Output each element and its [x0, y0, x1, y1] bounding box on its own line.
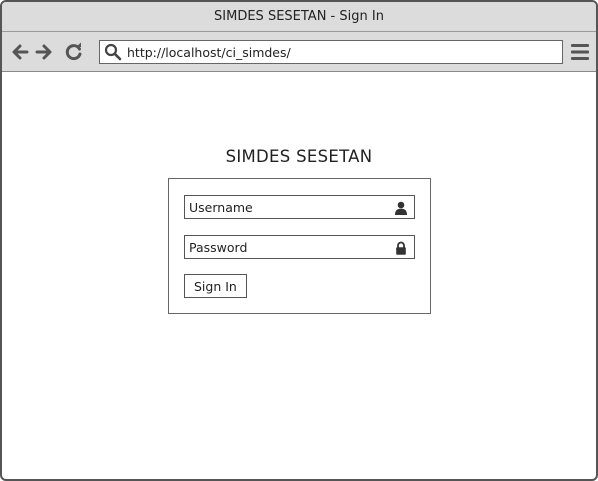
- address-input[interactable]: [127, 44, 547, 60]
- username-input[interactable]: [185, 199, 389, 215]
- login-form: Sign In: [168, 178, 431, 314]
- window-title: SIMDES SESETAN - Sign In: [214, 9, 384, 24]
- reload-icon[interactable]: [64, 42, 84, 62]
- page-title: SIMDES SESETAN: [225, 147, 373, 166]
- forward-arrow-icon[interactable]: [34, 42, 54, 62]
- password-input[interactable]: [185, 239, 389, 255]
- address-bar[interactable]: [99, 40, 563, 64]
- username-field[interactable]: [184, 195, 415, 219]
- sign-in-button[interactable]: Sign In: [184, 274, 247, 298]
- lock-icon: [394, 240, 408, 255]
- hamburger-menu-icon[interactable]: [570, 42, 590, 62]
- title-bar: SIMDES SESETAN - Sign In: [2, 2, 596, 32]
- password-field[interactable]: [184, 235, 415, 259]
- user-icon: [394, 200, 408, 215]
- search-icon: [104, 42, 124, 62]
- browser-toolbar: [2, 32, 596, 72]
- back-arrow-icon[interactable]: [10, 42, 30, 62]
- browser-window: SIMDES SESETAN - Sign In http://localhos…: [0, 0, 598, 481]
